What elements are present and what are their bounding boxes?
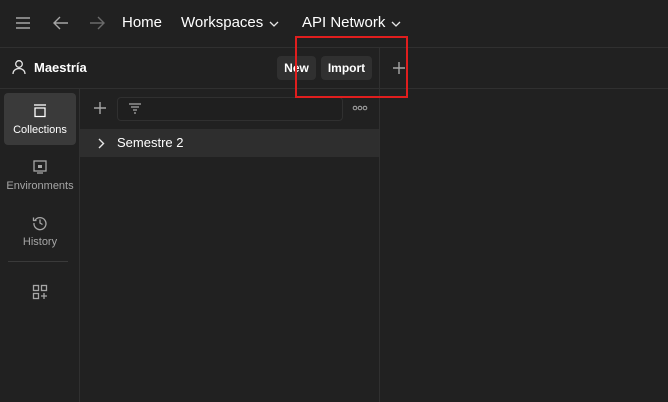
new-button[interactable]: New xyxy=(277,56,316,80)
rail-item-collections[interactable]: Collections xyxy=(4,93,76,145)
rail-item-label: Collections xyxy=(13,123,67,136)
hamburger-icon[interactable] xyxy=(14,14,32,32)
filter-icon[interactable] xyxy=(127,101,143,117)
import-button[interactable]: Import xyxy=(321,56,372,80)
workspaces-menu[interactable]: Workspaces xyxy=(181,14,279,31)
workspace-header: Maestría New Import xyxy=(0,48,380,89)
workspaces-label: Workspaces xyxy=(181,14,264,31)
workspace-name: Maestría xyxy=(34,59,87,75)
tabs-strip xyxy=(380,48,668,89)
top-bar: Home Workspaces API Network xyxy=(0,0,668,48)
rail-item-label: Environments xyxy=(6,179,74,192)
left-rail: Collections Environments History xyxy=(0,89,80,402)
chevron-right-icon[interactable] xyxy=(95,137,107,149)
rail-item-label: History xyxy=(22,235,58,248)
more-icon[interactable] xyxy=(352,101,368,115)
home-label: Home xyxy=(122,14,163,31)
rail-item-history[interactable]: History xyxy=(4,205,76,257)
chevron-down-icon xyxy=(269,21,279,27)
arrow-right-icon[interactable] xyxy=(88,14,106,32)
plus-icon[interactable] xyxy=(390,59,408,77)
arrow-left-icon[interactable] xyxy=(52,14,70,32)
history-icon xyxy=(32,216,47,230)
environments-icon xyxy=(33,159,47,174)
api-network-menu[interactable]: API Network xyxy=(302,14,401,31)
add-apps-icon[interactable] xyxy=(31,283,49,301)
api-network-label: API Network xyxy=(302,14,386,31)
user-icon xyxy=(12,60,26,75)
collections-sidebar: Semestre 2 xyxy=(80,89,380,402)
plus-icon[interactable] xyxy=(92,100,108,116)
workspace-title[interactable]: Maestría xyxy=(11,59,87,75)
collections-icon xyxy=(34,103,46,117)
home-link[interactable]: Home xyxy=(122,14,162,31)
main-content xyxy=(380,89,668,402)
collection-row[interactable]: Semestre 2 xyxy=(80,129,379,157)
rail-divider xyxy=(8,261,68,262)
chevron-down-icon xyxy=(391,21,401,27)
collection-name: Semestre 2 xyxy=(117,135,184,150)
rail-item-environments[interactable]: Environments xyxy=(4,149,76,201)
search-input[interactable] xyxy=(117,97,343,121)
